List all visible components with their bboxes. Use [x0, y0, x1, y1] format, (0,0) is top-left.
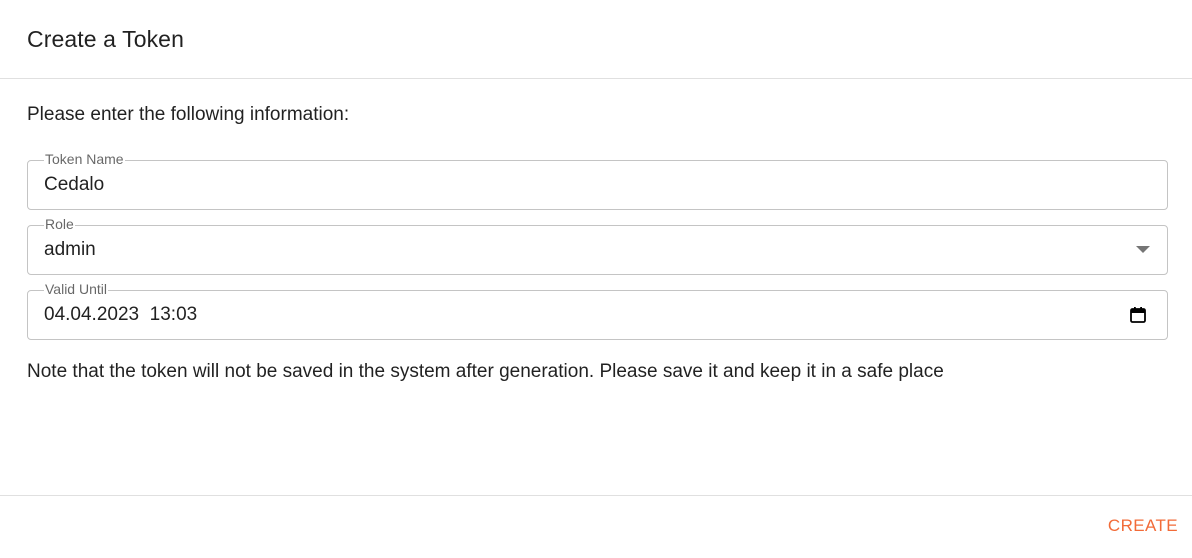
calendar-icon[interactable] — [1129, 306, 1147, 324]
role-select[interactable]: Role admin — [27, 216, 1168, 275]
chevron-down-icon[interactable] — [1136, 246, 1150, 253]
dialog-title: Create a Token — [27, 26, 184, 52]
valid-until-input[interactable]: 04.04.2023 13:03 — [44, 290, 1114, 340]
create-button[interactable]: CREATE — [1108, 516, 1178, 536]
create-token-dialog: Create a Token Please enter the followin… — [0, 0, 1192, 558]
save-warning-note: Note that the token will not be saved in… — [27, 361, 944, 382]
token-name-input[interactable] — [44, 160, 1114, 210]
token-name-field[interactable]: Token Name — [27, 151, 1168, 210]
dialog-header: Create a Token — [0, 0, 1192, 79]
valid-until-field[interactable]: Valid Until 04.04.2023 13:03 — [27, 281, 1168, 340]
intro-text: Please enter the following information: — [27, 104, 350, 125]
dialog-actions: CREATE — [0, 495, 1192, 558]
role-selected-value[interactable]: admin — [44, 225, 1114, 275]
